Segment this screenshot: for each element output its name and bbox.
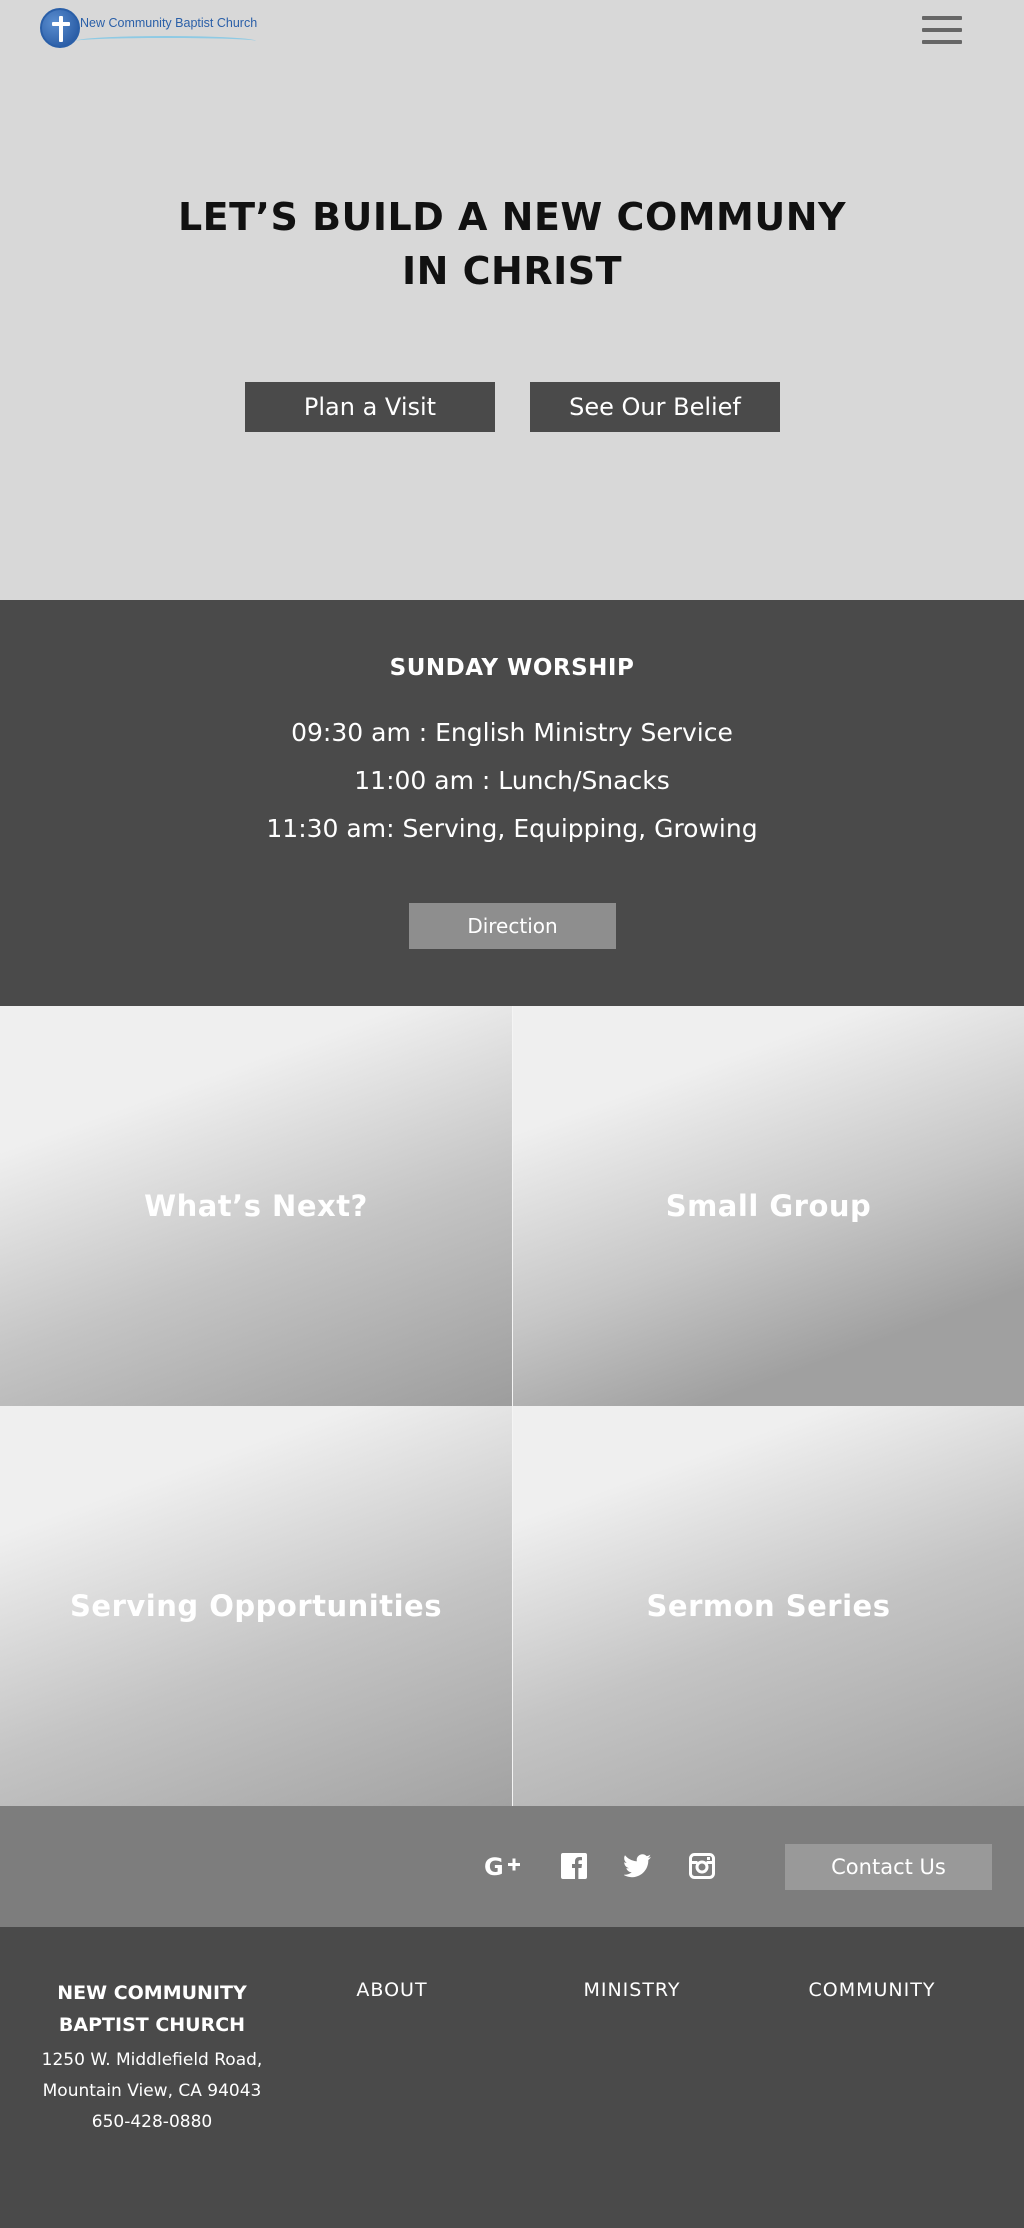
see-belief-button[interactable]: See Our Belief [530, 382, 780, 432]
hero-section: LET’S BUILD A NEW COMMUNY IN CHRIST Plan… [0, 0, 1024, 600]
address-line2: Mountain View, CA 94043 [42, 2081, 262, 2101]
social-bar: G Contact Us [0, 1806, 1024, 1927]
hero-title: LET’S BUILD A NEW COMMUNY IN CHRIST [0, 190, 1024, 298]
logo-text: New Community Baptist Church [80, 16, 258, 30]
tile-label: Small Group [665, 1189, 872, 1223]
footer-org-info: NEW COMMUNITY BAPTIST CHURCH 1250 W. Mid… [20, 1977, 284, 2138]
facebook-icon[interactable] [554, 1846, 594, 1886]
logo-swoosh [76, 36, 256, 46]
hero-title-line2: IN CHRIST [401, 249, 623, 293]
worship-title: SUNDAY WORSHIP [389, 655, 635, 681]
svg-text:G: G [484, 1853, 504, 1881]
direction-button[interactable]: Direction [409, 903, 616, 949]
phone-number[interactable]: 650-428-0880 [20, 2107, 284, 2138]
worship-schedule-line: 09:30 am : English Ministry Service [291, 718, 733, 747]
google-plus-icon[interactable]: G [484, 1846, 524, 1886]
footer-link-community[interactable]: COMMUNITY [752, 1979, 992, 2001]
site-header: New Community Baptist Church [0, 0, 1024, 60]
tile-small-group[interactable]: Small Group [513, 1006, 1024, 1406]
tile-label: Sermon Series [646, 1589, 891, 1623]
address-line1: 1250 W. Middlefield Road, [41, 2050, 263, 2070]
worship-schedule-line: 11:30 am: Serving, Equipping, Growing [266, 814, 758, 843]
plan-visit-button[interactable]: Plan a Visit [245, 382, 495, 432]
worship-schedule-line: 11:00 am : Lunch/Snacks [354, 766, 670, 795]
church-logo[interactable]: New Community Baptist Church [40, 8, 260, 52]
tile-label: Serving Opportunities [70, 1589, 442, 1623]
hamburger-menu-icon[interactable] [920, 12, 964, 48]
twitter-icon[interactable] [618, 1846, 658, 1886]
tile-sermon-series[interactable]: Sermon Series [513, 1406, 1024, 1806]
hero-title-line1: LET’S BUILD A NEW COMMUNY [177, 195, 847, 239]
tile-whats-next[interactable]: What’s Next? [0, 1006, 512, 1406]
org-name-line2: BAPTIST CHURCH [58, 2014, 246, 2036]
footer-link-about[interactable]: ABOUT [272, 1979, 512, 2001]
footer-link-ministry[interactable]: MINISTRY [512, 1979, 752, 2001]
instagram-icon[interactable] [682, 1846, 722, 1886]
sunday-worship-section: SUNDAY WORSHIP 09:30 am : English Minist… [0, 600, 1024, 1006]
contact-us-button[interactable]: Contact Us [785, 1844, 992, 1890]
tile-divider [512, 1006, 513, 1806]
site-footer: NEW COMMUNITY BAPTIST CHURCH 1250 W. Mid… [0, 1927, 1024, 2228]
tile-serving-opportunities[interactable]: Serving Opportunities [0, 1406, 512, 1806]
cross-logo-icon [40, 8, 80, 48]
org-name-line1: NEW COMMUNITY [57, 1982, 247, 2004]
tile-label: What’s Next? [144, 1189, 368, 1223]
